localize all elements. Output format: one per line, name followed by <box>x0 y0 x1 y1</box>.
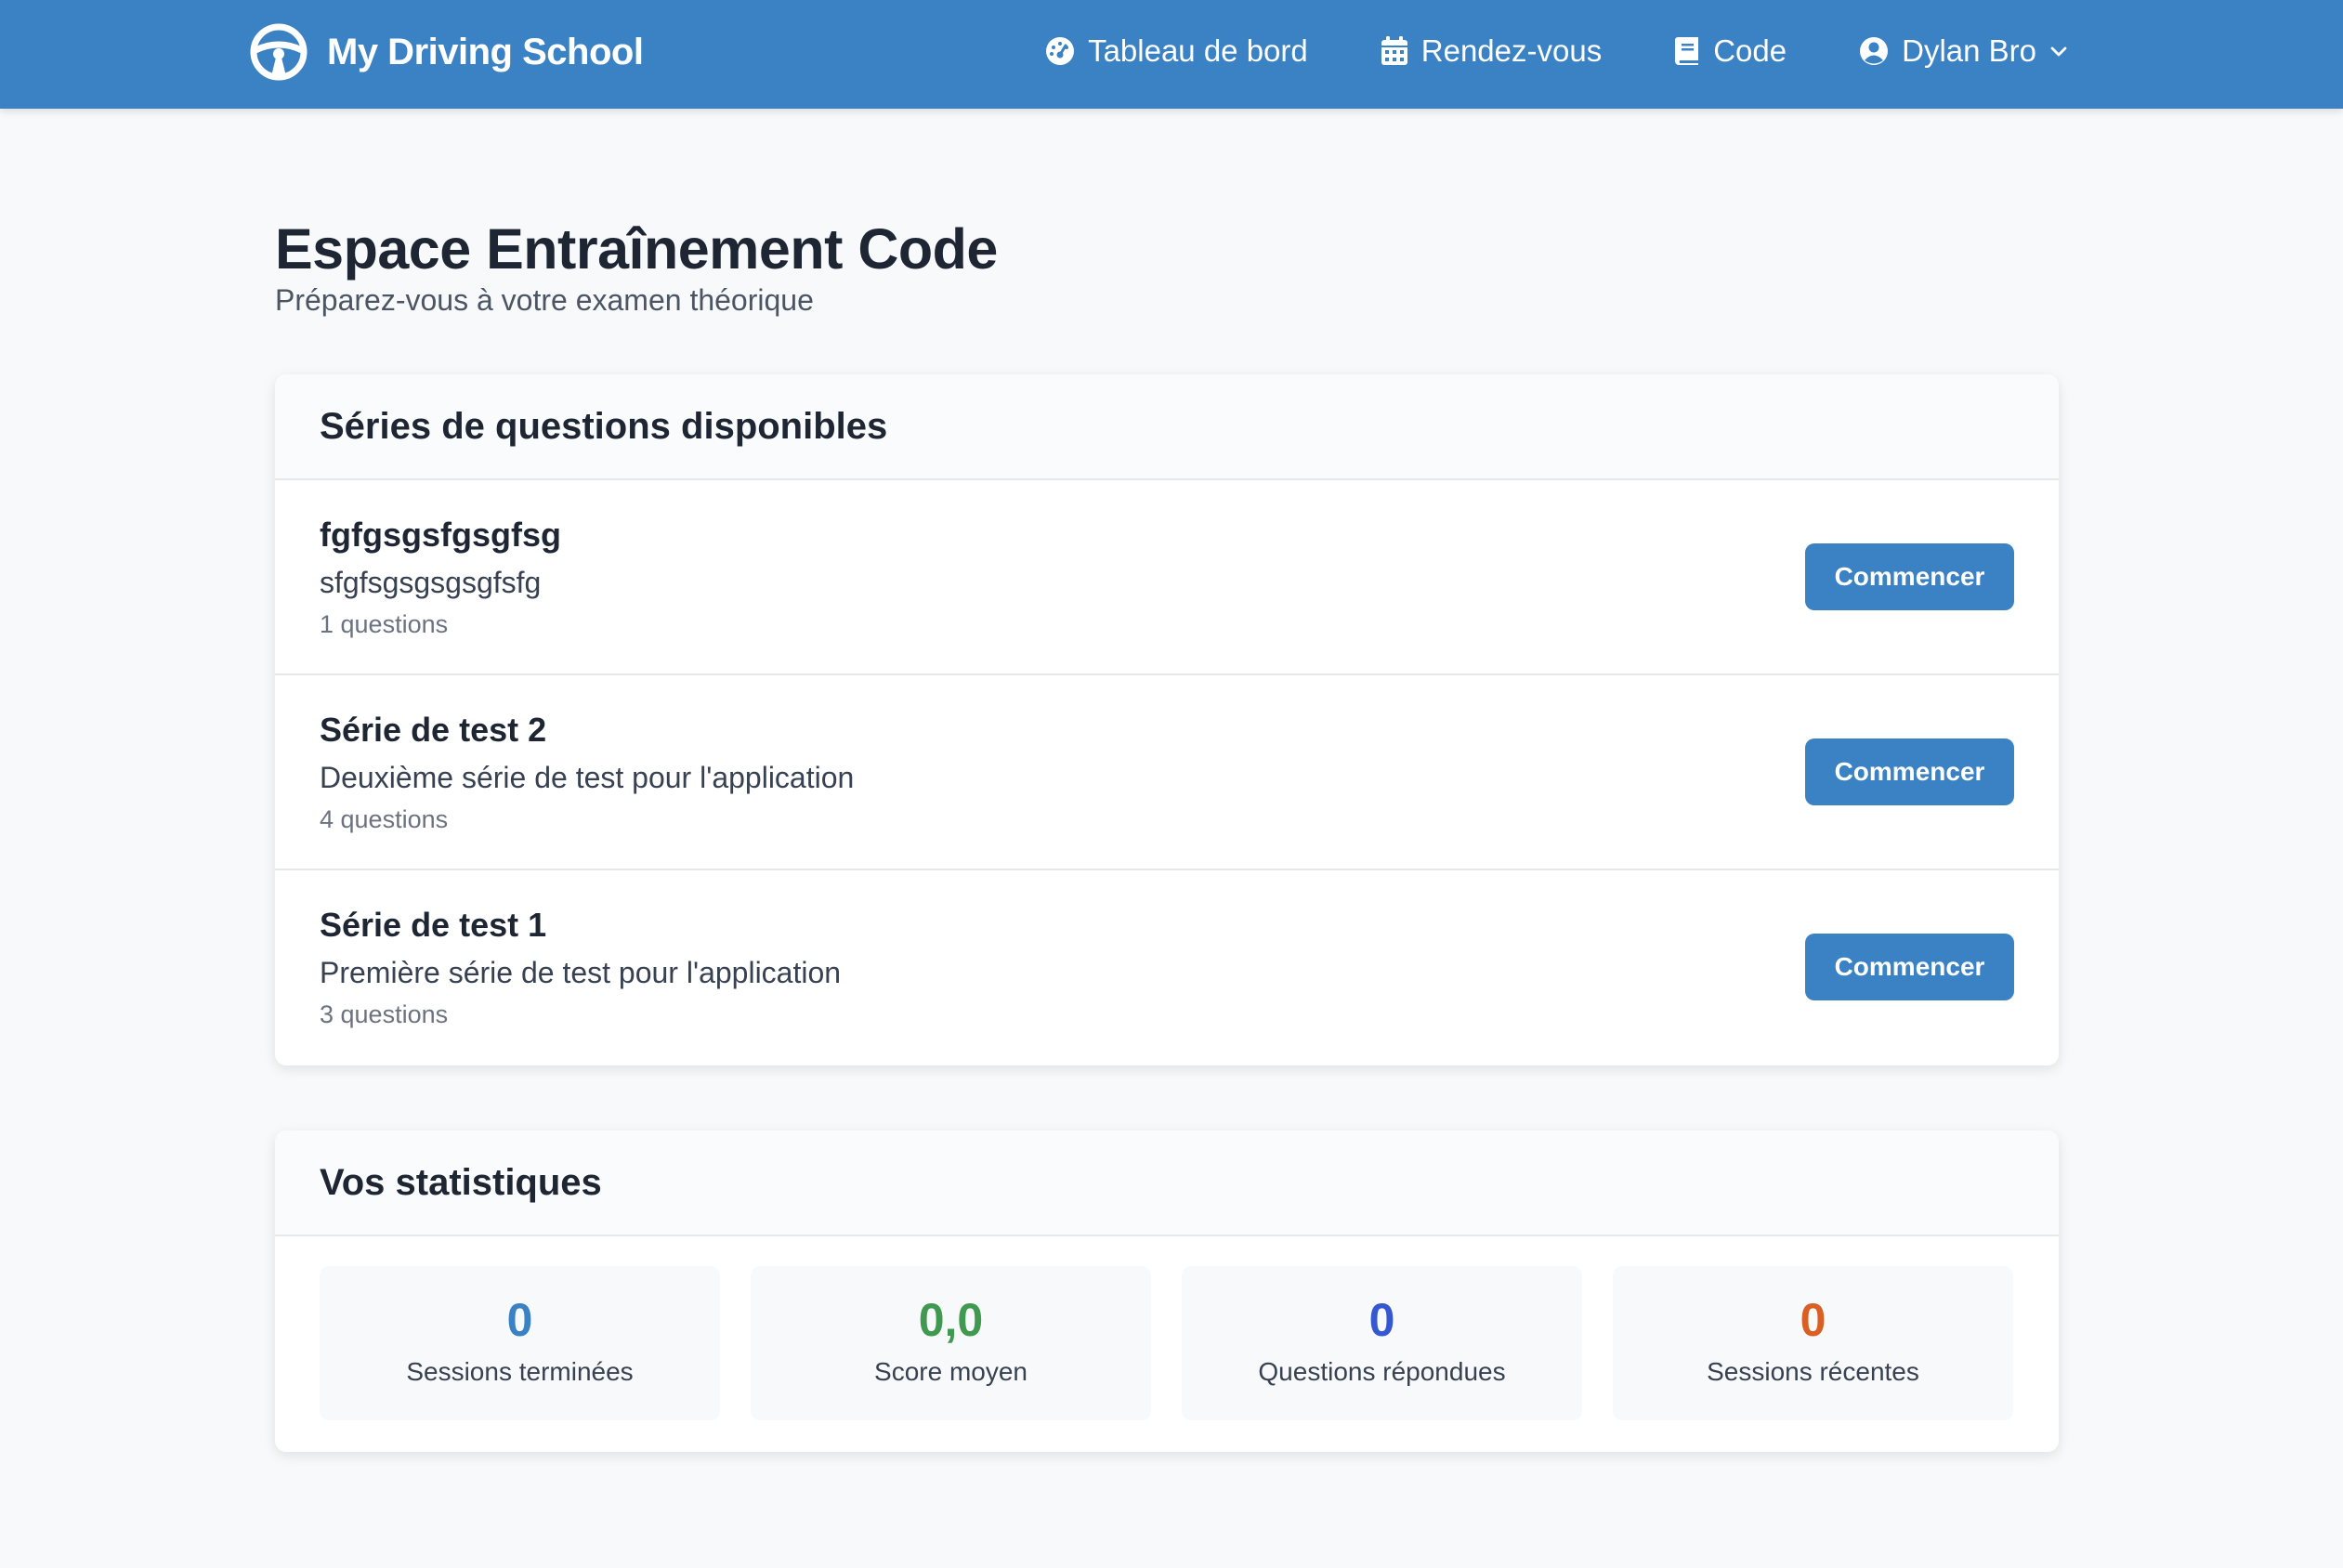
series-card: Séries de questions disponibles fgfgsgsf… <box>275 374 2059 1065</box>
user-menu-toggle[interactable]: Dylan Bro <box>1859 33 2068 69</box>
stats-card-header: Vos statistiques <box>275 1130 2059 1236</box>
page-title: Espace Entraînement Code <box>275 217 998 281</box>
series-list: fgfgsgsfgsgfsg sfgfsgsgsgsgfsfg 1 questi… <box>275 480 2059 1065</box>
book-icon <box>1674 36 1700 66</box>
stat-label: Score moyen <box>874 1357 1028 1386</box>
series-question-count: 1 questions <box>320 610 449 638</box>
user-circle-icon <box>1859 36 1889 66</box>
nav-item-label: Tableau de bord <box>1088 33 1308 68</box>
series-name: Série de test 1 <box>320 906 547 944</box>
brand-name: My Driving School <box>327 31 644 72</box>
stats-grid: 0 Sessions terminées 0,0 Score moyen 0 Q… <box>275 1236 2059 1452</box>
tachometer-icon <box>1045 36 1075 66</box>
stat-questions-answered: 0 Questions répondues <box>1182 1266 1582 1420</box>
series-card-title: Séries de questions disponibles <box>320 405 888 447</box>
stat-average-score: 0,0 Score moyen <box>751 1266 1151 1420</box>
start-series-button[interactable]: Commencer <box>1805 543 2014 610</box>
nav-item-code[interactable]: Code <box>1674 33 1787 69</box>
series-item: fgfgsgsfgsgfsg sfgfsgsgsgsgfsfg 1 questi… <box>275 480 2059 675</box>
calendar-icon <box>1381 36 1408 66</box>
stats-card-title: Vos statistiques <box>320 1161 602 1203</box>
page-subtitle: Préparez-vous à votre examen théorique <box>275 283 814 317</box>
nav-item-label: Rendez-vous <box>1420 33 1603 68</box>
series-description: sfgfsgsgsgsgfsfg <box>320 566 542 599</box>
start-series-button[interactable]: Commencer <box>1805 738 2014 805</box>
user-name: Dylan Bro <box>1902 33 2036 68</box>
nav-item-label: Code <box>1713 33 1787 68</box>
stats-card: Vos statistiques 0 Sessions terminées 0,… <box>275 1130 2059 1452</box>
series-question-count: 4 questions <box>320 805 449 833</box>
stat-label: Questions répondues <box>1258 1357 1506 1386</box>
series-item: Série de test 1 Première série de test p… <box>275 870 2059 1065</box>
stat-sessions-completed: 0 Sessions terminées <box>320 1266 720 1420</box>
start-series-button[interactable]: Commencer <box>1805 934 2014 1000</box>
main-nav: Tableau de bord Rendez-vous Code Dylan B… <box>1045 0 2068 102</box>
nav-item-dashboard[interactable]: Tableau de bord <box>1045 33 1308 69</box>
stat-value: 0 <box>506 1294 533 1346</box>
series-card-header: Séries de questions disponibles <box>275 374 2059 480</box>
stat-label: Sessions récentes <box>1707 1357 1919 1386</box>
series-name: fgfgsgsfgsgfsg <box>320 516 561 554</box>
stat-recent-sessions: 0 Sessions récentes <box>1613 1266 2013 1420</box>
series-item: Série de test 2 Deuxième série de test p… <box>275 675 2059 870</box>
series-description: Première série de test pour l'applicatio… <box>320 956 842 989</box>
series-question-count: 3 questions <box>320 1000 449 1028</box>
series-name: Série de test 2 <box>320 711 547 749</box>
series-description: Deuxième série de test pour l'applicatio… <box>320 761 855 794</box>
nav-item-appointments[interactable]: Rendez-vous <box>1381 33 1602 69</box>
stat-value: 0 <box>1368 1294 1395 1346</box>
top-navbar: My Driving School Tableau de bord Rendez… <box>0 0 2343 109</box>
stat-label: Sessions terminées <box>406 1357 634 1386</box>
stat-value: 0,0 <box>918 1294 984 1346</box>
brand-link[interactable]: My Driving School <box>249 20 644 84</box>
stat-value: 0 <box>1800 1294 1826 1346</box>
chevron-down-icon <box>2049 42 2068 60</box>
steering-wheel-icon <box>249 22 308 82</box>
